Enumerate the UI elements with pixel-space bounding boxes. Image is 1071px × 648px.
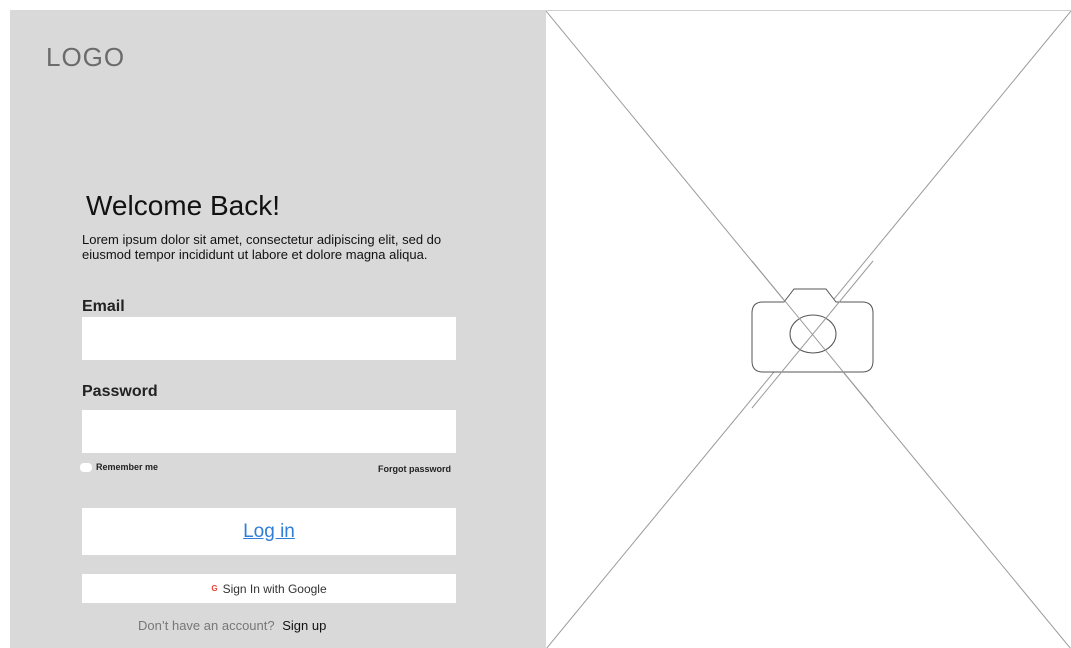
- google-signin-button[interactable]: G Sign In with Google: [82, 574, 456, 603]
- login-button[interactable]: Log in: [82, 508, 456, 555]
- forgot-password-link[interactable]: Forgot password: [378, 464, 451, 474]
- signup-row: Don’t have an account? Sign up: [138, 618, 326, 633]
- remember-me-label: Remember me: [96, 462, 159, 472]
- remember-me[interactable]: Remember me: [80, 462, 158, 472]
- signup-prompt: Don’t have an account?: [138, 618, 275, 633]
- placeholder-graphic: [546, 11, 1071, 648]
- login-page: LOGO Welcome Back! Lorem ipsum dolor sit…: [0, 0, 1071, 648]
- email-label: Email: [82, 298, 125, 315]
- google-icon: G: [211, 584, 218, 593]
- login-panel: LOGO Welcome Back! Lorem ipsum dolor sit…: [10, 10, 546, 648]
- page-title: Welcome Back!: [86, 190, 280, 221]
- password-label: Password: [82, 383, 158, 400]
- remember-me-checkbox[interactable]: [80, 462, 92, 472]
- image-placeholder: [546, 10, 1071, 648]
- password-field[interactable]: [82, 410, 456, 453]
- logo: LOGO: [46, 42, 126, 72]
- login-button-label: Log in: [243, 520, 295, 542]
- page-subtitle: Lorem ipsum dolor sit amet, consectetur …: [82, 232, 442, 262]
- login-form: Welcome Back! Lorem ipsum dolor sit amet…: [80, 190, 474, 633]
- signup-link[interactable]: Sign up: [282, 618, 326, 633]
- email-field[interactable]: [82, 317, 456, 360]
- google-signin-label: Sign In with Google: [222, 581, 327, 596]
